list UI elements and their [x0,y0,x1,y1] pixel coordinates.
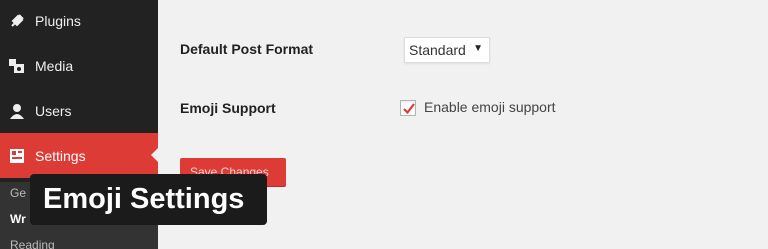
sidebar-item-media[interactable]: Media [0,43,158,88]
submenu-item-writing[interactable]: Wr [10,212,26,226]
submenu-item-reading[interactable]: Reading [10,238,55,249]
checkmark-icon [403,103,415,115]
sidebar-item-settings[interactable]: Settings [0,133,159,178]
sidebar-item-label: Users [35,102,72,119]
emoji-settings-caption: Emoji Settings [30,174,267,225]
sidebar-item-users[interactable]: Users [0,88,158,133]
users-icon [8,102,26,120]
media-icon [8,57,26,75]
sidebar-item-label: Media [35,57,74,74]
emoji-support-checkbox[interactable] [400,100,416,116]
emoji-support-label: Emoji Support [180,100,276,116]
sidebar-item-label: Settings [35,147,86,164]
sidebar-item-label: Plugins [35,12,81,29]
emoji-support-checkbox-label[interactable]: Enable emoji support [424,99,556,115]
post-format-select[interactable]: Standard ▼ [404,37,490,63]
settings-icon [8,147,26,165]
dropdown-arrow-icon: ▼ [473,43,483,54]
sidebar-item-plugins[interactable]: Plugins [0,0,158,43]
post-format-label: Default Post Format [180,41,314,57]
plugin-icon [8,12,26,30]
post-format-value: Standard [409,42,466,58]
submenu-item-general[interactable]: Ge [10,186,26,200]
